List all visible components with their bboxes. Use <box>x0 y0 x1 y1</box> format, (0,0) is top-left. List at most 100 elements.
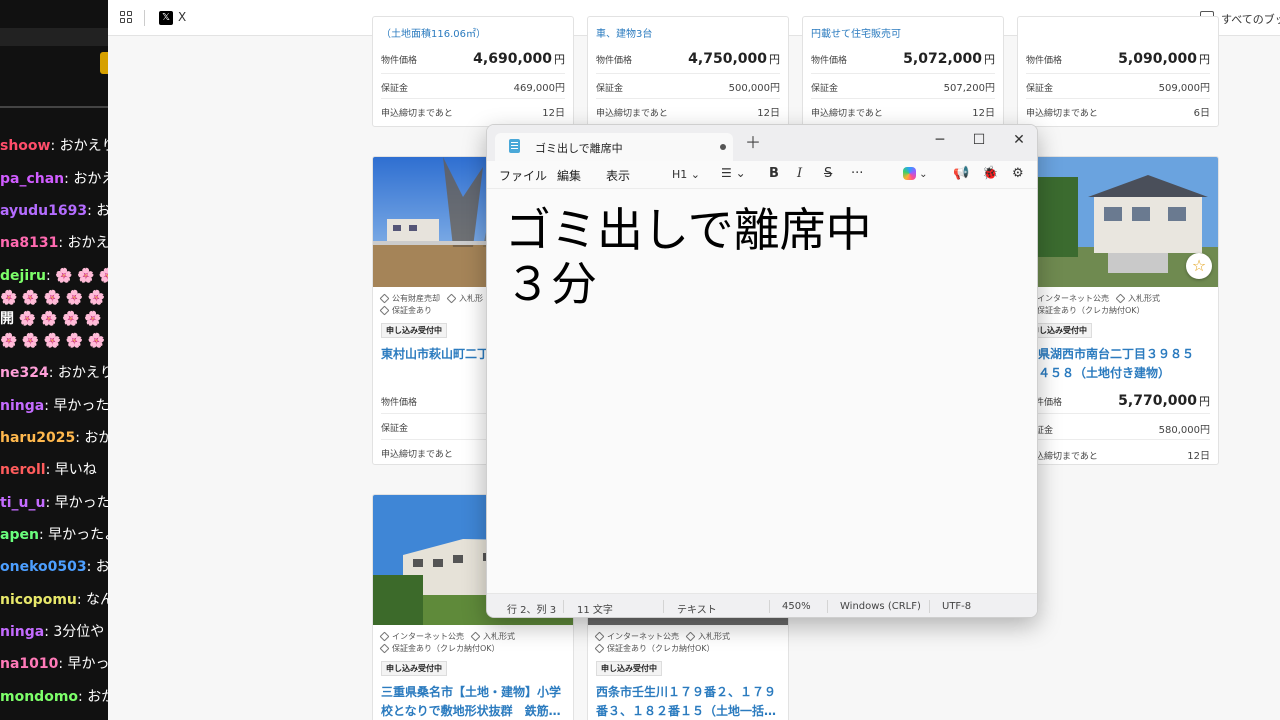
chat-text: : 早かったよ <box>38 527 108 543</box>
price-value: 4,750,000 <box>688 51 767 67</box>
chat-message: dejiru: 🌸 🌸 🌸 <box>0 267 108 285</box>
listing-card[interactable]: （土地面積116.06㎡） 物件価格 4,690,000 円 保証金 469,000円… <box>372 16 574 127</box>
chat-username[interactable]: 開 <box>0 311 14 327</box>
chat-username[interactable]: ninga <box>0 624 44 640</box>
x-logo-icon[interactable]: 𝕏 <box>159 11 173 25</box>
chat-text: : なん <box>76 592 108 608</box>
all-bookmarks-button[interactable]: すべてのブックマ <box>1221 11 1280 27</box>
more-options-icon[interactable]: ··· <box>851 166 863 181</box>
chat-username[interactable]: ayudu1693 <box>0 203 87 219</box>
divider <box>596 98 780 99</box>
price-row: 物件価格 4,750,000 円 <box>596 51 780 67</box>
settings-gear-icon[interactable]: ⚙ <box>1012 166 1024 181</box>
bookmark-x[interactable]: X <box>178 10 186 24</box>
chat-username[interactable]: apen <box>0 527 39 543</box>
chat-username[interactable]: pa_chan <box>0 171 64 187</box>
zoom-level[interactable]: 450% <box>782 601 811 612</box>
tag-line: インターネット公売 入札形式 <box>594 631 738 643</box>
menu-edit[interactable]: 編集 <box>557 167 581 184</box>
chat-username[interactable]: mondomo <box>0 689 78 705</box>
heading-level: H1 <box>672 168 688 181</box>
unsaved-dot-icon[interactable] <box>720 144 726 150</box>
chat-gold-badge <box>100 52 108 74</box>
divider <box>381 98 565 99</box>
listing-title-cut[interactable]: 車、建物3台 <box>596 25 652 40</box>
bold-icon[interactable]: B <box>769 166 779 181</box>
listing-card[interactable]: 円載せて住宅販売可 物件価格 5,072,000 円 保証金 507,200円 申込締… <box>802 16 1004 127</box>
yen-unit: 円 <box>1199 53 1210 66</box>
chat-username[interactable]: na8131 <box>0 235 58 251</box>
strikethrough-icon[interactable]: S <box>824 166 832 181</box>
notepad-titlebar[interactable]: ゴミ出しで離席中 ＋ ─ ☐ ✕ <box>487 125 1037 161</box>
chat-username[interactable]: dejiru <box>0 268 46 284</box>
deadline-row: 申込締切まであと 12日 <box>596 104 780 119</box>
close-icon[interactable]: ✕ <box>1006 129 1032 151</box>
tag-icon <box>379 631 390 642</box>
chat-username[interactable]: ninga <box>0 398 44 414</box>
apps-grid-icon[interactable] <box>120 11 133 24</box>
list-icon: ☰ <box>721 166 732 180</box>
heading-dropdown[interactable]: H1 ⌄ <box>672 168 700 181</box>
chat-username[interactable]: haru2025 <box>0 430 75 446</box>
price-value: 4,690,000 <box>473 51 552 67</box>
chat-username[interactable]: nicopomu <box>0 592 77 608</box>
chat-username[interactable]: oneko0503 <box>0 559 87 575</box>
line-ending[interactable]: Windows (CRLF) <box>840 601 921 612</box>
chat-username[interactable]: neroll <box>0 462 46 478</box>
price-row: 物件価格 5,770,000 円 <box>1026 393 1210 409</box>
status-divider <box>929 600 930 613</box>
chat-text: 🌸 🌸 🌸 🌸 <box>14 311 102 327</box>
editor-text[interactable]: ゴミ出しで離席中 ３分 <box>505 203 872 311</box>
text-format[interactable]: テキスト <box>677 601 717 616</box>
tag-icon <box>594 631 605 642</box>
chat-text: : おか <box>86 559 108 575</box>
favorite-star-icon[interactable]: ☆ <box>1186 253 1212 279</box>
profile-icon[interactable]: 🐞 <box>982 166 998 181</box>
chat-username[interactable]: ne324 <box>0 365 49 381</box>
menu-view[interactable]: 表示 <box>606 167 630 184</box>
announcement-icon[interactable]: 📢 <box>953 166 969 181</box>
divider <box>381 73 565 74</box>
new-tab-plus-icon[interactable]: ＋ <box>745 135 761 151</box>
notepad-statusbar: 行 2、列 3 11 文字 テキスト 450% Windows (CRLF) U… <box>487 593 1037 617</box>
deposit-label: 保証金 <box>381 84 409 94</box>
italic-icon[interactable]: I <box>797 166 802 181</box>
deposit-value: 469,000円 <box>513 83 565 94</box>
char-count: 11 文字 <box>577 605 613 616</box>
chat-username[interactable]: na1010 <box>0 656 58 672</box>
list-dropdown[interactable]: ☰ ⌄ <box>721 166 746 180</box>
tag-line: 保証金あり（クレカ納付OK） <box>379 643 508 655</box>
yen-unit: 円 <box>554 53 565 66</box>
copilot-icon[interactable]: ⌄ <box>903 166 928 181</box>
listing-card[interactable]: 物件価格 5,090,000 円 保証金 509,000円 申込締切まであと 6日 <box>1017 16 1219 127</box>
listing-card[interactable]: ☆ インターネット公売 入札形式 保証金あり（クレカ納付OK） 申し込み受付中 岡… <box>1017 156 1219 465</box>
deadline-label: 申込締切まであと <box>596 109 668 119</box>
chat-message: haru2025: おかえ <box>0 429 108 447</box>
deposit-label: 保証金 <box>811 84 839 94</box>
tab-title: ゴミ出しで離席中 <box>535 142 623 155</box>
property-photo[interactable]: ☆ <box>1018 157 1218 287</box>
minimize-icon[interactable]: ─ <box>927 129 953 151</box>
chat-username[interactable]: shoow <box>0 138 50 154</box>
listing-title-cut[interactable]: 円載せて住宅販売可 <box>811 25 901 40</box>
deadline-row: 申込締切まであと 12日 <box>1026 447 1210 462</box>
notepad-tab[interactable]: ゴミ出しで離席中 <box>495 133 733 161</box>
listing-title[interactable]: 西条市壬生川１７９番２、１７９ 番３、１８２番１５（土地一括… <box>596 683 782 720</box>
price-value: 5,090,000 <box>1118 51 1197 67</box>
listing-card[interactable]: 車、建物3台 物件価格 4,750,000 円 保証金 500,000円 申込締切まで… <box>587 16 789 127</box>
chat-username[interactable]: ti_u_u <box>0 495 45 511</box>
listing-title[interactable]: 三重県桑名市【土地・建物】小学 校となりで敷地形状抜群 鉄筋… <box>381 683 567 720</box>
deadline-value: 12日 <box>972 108 995 119</box>
chat-message: oneko0503: おか <box>0 558 108 576</box>
listing-title[interactable]: 岡県湖西市南台二丁目３９８５ ２４５８（土地付き建物） <box>1026 345 1212 383</box>
notepad-editor[interactable]: ゴミ出しで離席中 ３分 <box>487 189 1037 593</box>
chat-text: : おかえ <box>64 171 108 187</box>
tag-icon <box>379 305 390 316</box>
maximize-icon[interactable]: ☐ <box>966 129 992 151</box>
encoding[interactable]: UTF-8 <box>942 601 971 612</box>
deposit-row: 保証金 507,200円 <box>811 79 995 94</box>
deadline-value: 6日 <box>1193 108 1210 119</box>
listing-title-cut[interactable]: （土地面積116.06㎡） <box>381 25 486 40</box>
menu-file[interactable]: ファイル <box>499 167 547 184</box>
chat-message: na8131: おかえり <box>0 234 108 252</box>
